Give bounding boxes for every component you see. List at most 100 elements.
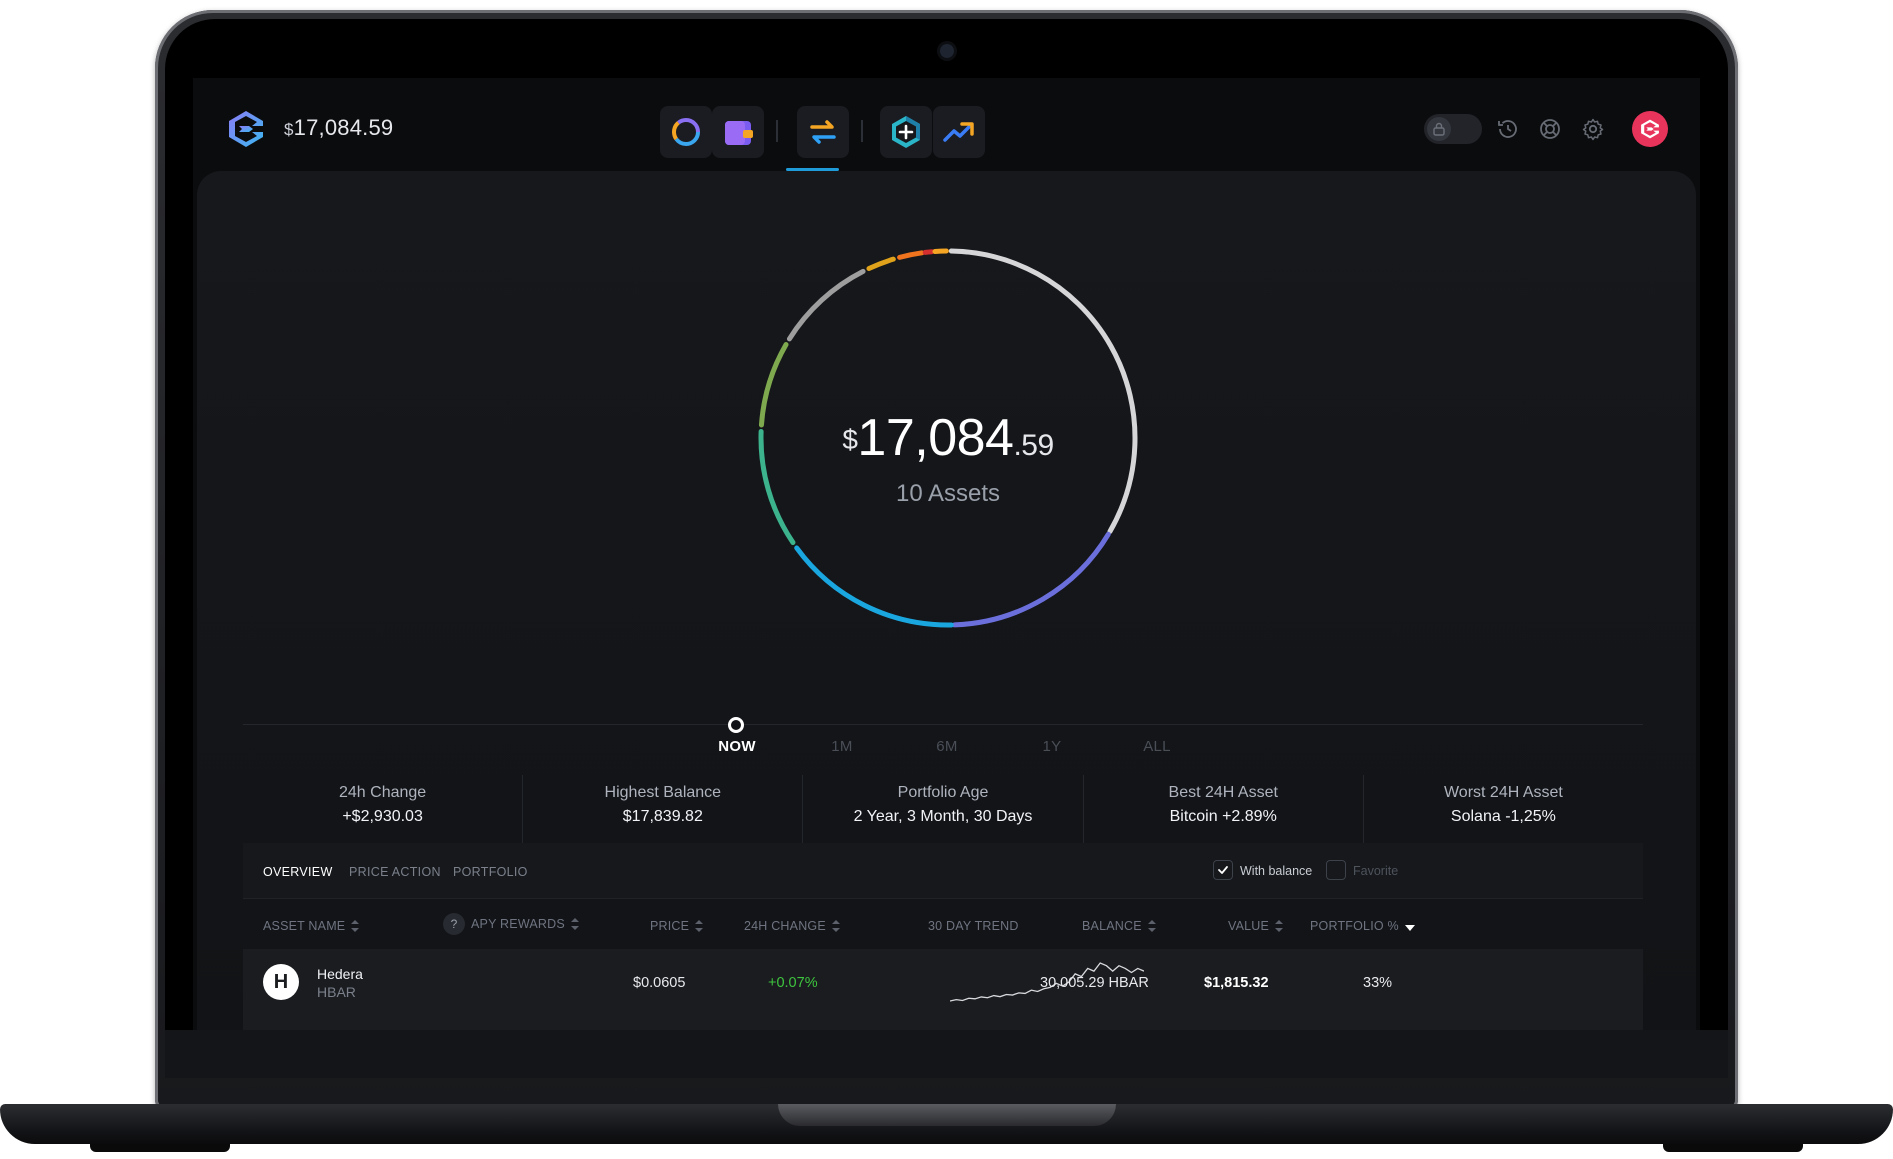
timeline-6m[interactable]: 6M xyxy=(936,738,957,755)
asset-ticker: HBAR xyxy=(317,984,356,1000)
tab-price-action[interactable]: PRICE ACTION xyxy=(349,865,441,879)
donut-segment[interactable] xyxy=(786,268,866,342)
assets-table: OVERVIEW PRICE ACTION PORTFOLIO With bal… xyxy=(243,843,1643,1031)
col-asset-name[interactable]: ASSET NAME xyxy=(263,919,360,933)
laptop-opening-notch xyxy=(778,1104,1116,1126)
sort-icon xyxy=(1147,920,1156,932)
camera-icon xyxy=(940,44,954,58)
laptop-chin xyxy=(165,1030,1728,1078)
sort-icon xyxy=(1275,920,1284,932)
sort-icon xyxy=(351,920,360,932)
nav-trending-button[interactable] xyxy=(933,106,985,158)
timeline-now[interactable]: NOW xyxy=(718,738,756,755)
lock-toggle[interactable] xyxy=(1424,114,1482,144)
with-balance-checkbox[interactable] xyxy=(1213,860,1233,880)
profile-avatar-icon[interactable] xyxy=(1632,111,1668,147)
col-label: APY REWARDS xyxy=(471,917,565,931)
nav-wallet-button[interactable] xyxy=(712,106,764,158)
timeline-all[interactable]: ALL xyxy=(1143,738,1171,755)
top-bar: $17,084.59 xyxy=(193,78,1700,171)
donut-segment[interactable] xyxy=(897,250,925,260)
col-price[interactable]: PRICE xyxy=(650,919,704,933)
portfolio-stats: 24h Change +$2,930.03 Highest Balance $1… xyxy=(243,775,1643,843)
stat-portfolio-age: Portfolio Age 2 Year, 3 Month, 30 Days xyxy=(803,775,1084,843)
nav-portfolio-button[interactable] xyxy=(660,106,712,158)
timeline-1m[interactable]: 1M xyxy=(831,738,852,755)
col-label: 30 DAY TREND xyxy=(928,919,1019,933)
exodus-logo-icon[interactable] xyxy=(225,108,267,150)
portfolio-total: $17,084.59 xyxy=(713,408,1183,476)
stat-value: $17,839.82 xyxy=(622,808,703,825)
col-30-day-trend: 30 DAY TREND xyxy=(928,919,1019,933)
lock-icon xyxy=(1427,117,1451,141)
stat-24h-change: 24h Change +$2,930.03 xyxy=(243,775,524,843)
asset-portfolio-percent: 33% xyxy=(1363,975,1393,991)
help-lifebuoy-icon[interactable] xyxy=(1536,115,1564,143)
col-balance[interactable]: BALANCE xyxy=(1082,919,1156,933)
portfolio-whole: 17,084 xyxy=(857,409,1014,467)
timeline-handle[interactable] xyxy=(728,717,744,733)
sort-icon xyxy=(695,920,704,932)
col-label: 24H CHANGE xyxy=(744,919,826,933)
laptop-foot xyxy=(90,1144,230,1152)
stat-highest-balance: Highest Balance $17,839.82 xyxy=(523,775,804,843)
col-label: PORTFOLIO % xyxy=(1310,919,1399,933)
favorite-checkbox[interactable] xyxy=(1326,860,1346,880)
portfolio-ring-icon xyxy=(672,118,700,146)
donut-segment[interactable] xyxy=(794,545,954,628)
table-row[interactable]: H Hedera HBAR $0.0605 +0.07% 30,005.29 H… xyxy=(243,949,1643,1031)
nav-exchange-button[interactable] xyxy=(797,106,849,158)
wallet-icon xyxy=(725,121,753,145)
stat-value: Bitcoin +2.89% xyxy=(1169,808,1277,825)
settings-gear-icon[interactable] xyxy=(1579,115,1607,143)
app-screen: $17,084.59 $17,084.59 10 Assets NOW 1M 6… xyxy=(193,78,1700,1031)
donut-segment[interactable] xyxy=(866,256,896,272)
col-label: VALUE xyxy=(1228,919,1270,933)
stat-label: Highest Balance xyxy=(604,784,722,801)
laptop-foot xyxy=(1663,1144,1803,1152)
favorite-label[interactable]: Favorite xyxy=(1353,864,1398,878)
col-apy-rewards[interactable]: ? APY REWARDS xyxy=(443,913,579,935)
with-balance-label[interactable]: With balance xyxy=(1240,864,1312,878)
asset-balance: 30,005.29 HBAR xyxy=(1040,975,1149,991)
header-balance: $17,084.59 xyxy=(284,115,393,141)
exchange-arrows-icon xyxy=(810,120,836,144)
col-value[interactable]: VALUE xyxy=(1228,919,1284,933)
col-label: ASSET NAME xyxy=(263,919,346,933)
sort-desc-icon xyxy=(1404,925,1415,931)
stat-label: Best 24H Asset xyxy=(1168,784,1278,801)
portfolio-cents: .59 xyxy=(1013,429,1054,462)
portfolio-summary: $17,084.59 10 Assets xyxy=(713,408,1183,508)
hedera-logo-icon: H xyxy=(263,964,299,1000)
sort-icon xyxy=(831,920,840,932)
tab-overview[interactable]: OVERVIEW xyxy=(263,865,333,879)
stat-worst-asset: Worst 24H Asset Solana -1,25% xyxy=(1364,775,1643,843)
asset-24h-change: +0.07% xyxy=(768,975,818,991)
timeline-1y[interactable]: 1Y xyxy=(1043,738,1062,755)
asset-value: $1,815.32 xyxy=(1204,975,1269,991)
stat-label: Portfolio Age xyxy=(897,784,989,801)
tab-portfolio[interactable]: PORTFOLIO xyxy=(453,865,528,879)
add-app-hexagon-icon xyxy=(892,116,920,148)
donut-segment[interactable] xyxy=(922,249,935,255)
trend-up-icon xyxy=(943,122,974,142)
stat-label: 24h Change xyxy=(339,784,427,801)
stat-best-asset: Best 24H Asset Bitcoin +2.89% xyxy=(1084,775,1364,843)
donut-segment[interactable] xyxy=(952,531,1111,628)
nav-apps-button[interactable] xyxy=(880,106,932,158)
asset-name: Hedera xyxy=(317,966,363,982)
header-currency: $ xyxy=(284,120,294,139)
timeline-track xyxy=(243,724,1643,725)
history-icon[interactable] xyxy=(1494,115,1522,143)
stat-value: 2 Year, 3 Month, 30 Days xyxy=(853,808,1033,825)
sort-icon xyxy=(570,918,579,930)
laptop-frame: $17,084.59 $17,084.59 10 Assets NOW 1M 6… xyxy=(0,0,1893,1159)
stat-value: Solana -1,25% xyxy=(1450,808,1556,825)
help-question-icon[interactable]: ? xyxy=(443,913,465,935)
checkmark-icon xyxy=(1218,866,1228,874)
col-24h-change[interactable]: 24H CHANGE xyxy=(744,919,840,933)
col-portfolio-percent[interactable]: PORTFOLIO % xyxy=(1310,919,1415,933)
portfolio-currency: $ xyxy=(842,424,858,455)
asset-price: $0.0605 xyxy=(633,975,686,991)
stat-label: Worst 24H Asset xyxy=(1443,784,1563,801)
